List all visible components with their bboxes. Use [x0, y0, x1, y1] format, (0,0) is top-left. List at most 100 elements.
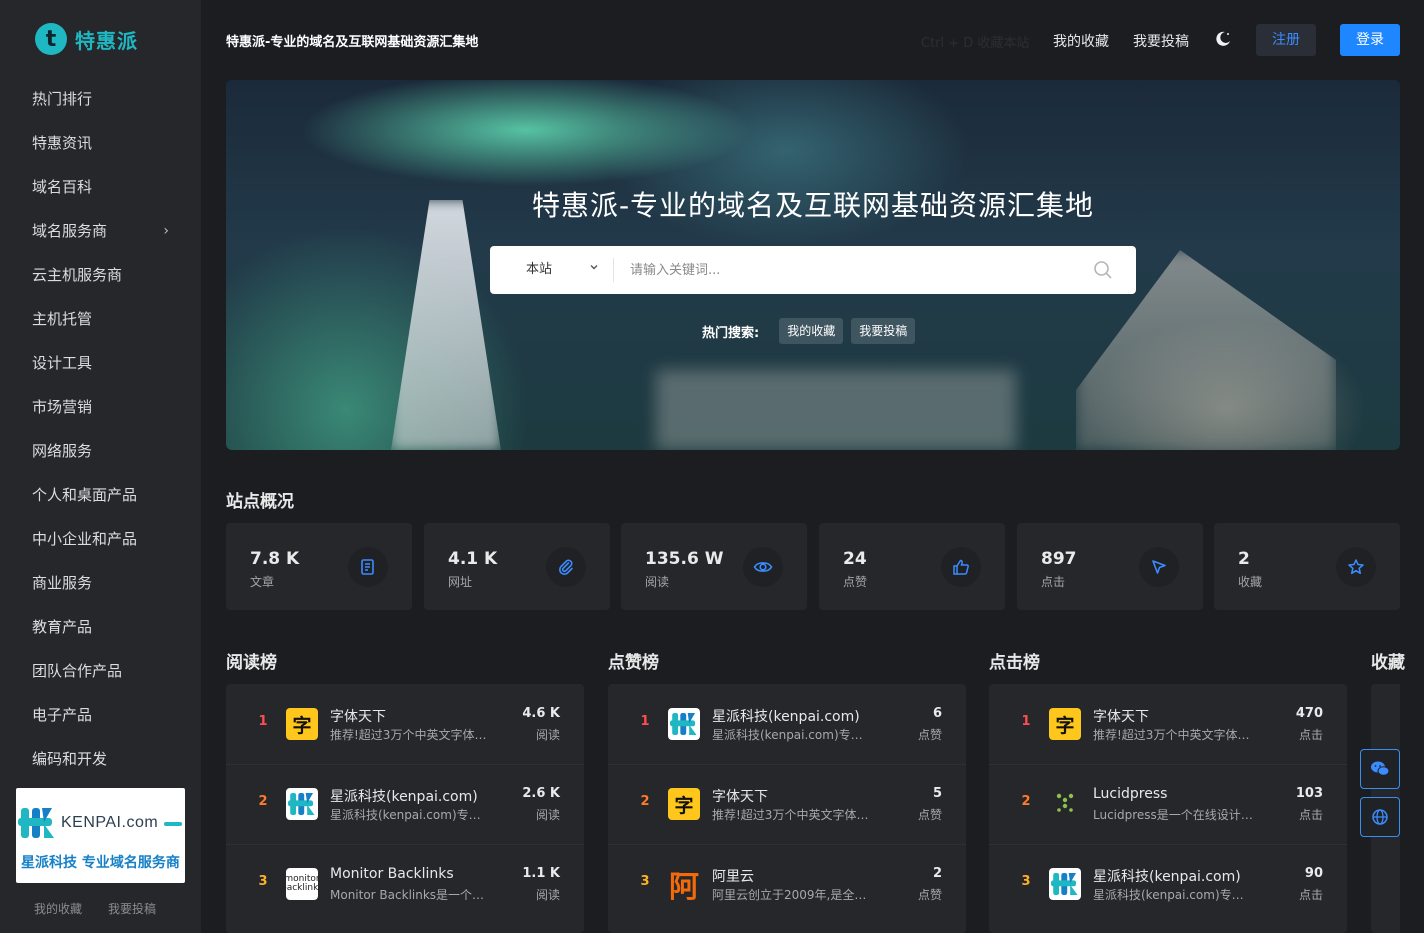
banner-lighthouse-image [391, 200, 501, 450]
dark-mode-moon-icon[interactable] [1214, 30, 1232, 48]
cursor-icon [1139, 547, 1179, 587]
stat-label: 点击 [1041, 575, 1066, 589]
clicks-rank-list: 1 字 字体天下 推荐!超过3万个中英文字体免费下载 470 点击 2 Luci… [989, 684, 1347, 933]
search-scope-select[interactable]: 本站 [526, 246, 552, 294]
rank-row[interactable]: 2 Lucidpress Lucidpress是一个在线设计工具 103 点击 [989, 764, 1347, 844]
rank-item-desc: Monitor Backlinks是一个反向链接监控工具 [330, 888, 490, 902]
rank-item-name: 星派科技(kenpai.com) [712, 709, 860, 725]
sidebar-item-teamwork[interactable]: 团队合作产品 [0, 649, 201, 693]
rank-number: 3 [640, 874, 650, 889]
site-logo[interactable]: t 特惠派 [35, 23, 138, 55]
hot-search-label: 热门搜索: [702, 325, 760, 341]
sidebar-ad-banner[interactable]: KENPAI.com 星派科技 专业域名服务商 [16, 788, 185, 883]
sidebar-footer-favorites[interactable]: 我的收藏 [34, 900, 82, 917]
rank-item-unit: 点赞 [917, 808, 942, 822]
rank-number: 3 [1021, 874, 1031, 889]
rank-row[interactable]: 1 字 字体天下 推荐!超过3万个中英文字体免费下载 470 点击 [989, 684, 1347, 764]
logo-text: 特惠派 [75, 28, 138, 53]
sidebar-item-electronics[interactable]: 电子产品 [0, 693, 201, 737]
chevron-right-icon: › [163, 223, 169, 239]
rank-number: 1 [1021, 714, 1031, 729]
rank-row[interactable]: 2 字 字体天下 推荐!超过3万个中英文字体免费下载 5 点赞 [608, 764, 966, 844]
rank-item-name: 星派科技(kenpai.com) [330, 789, 478, 805]
wechat-icon [1371, 761, 1390, 776]
rank-item-desc: Lucidpress是一个在线设计工具 [1093, 808, 1253, 822]
sidebar-menu: 热门排行 特惠资讯 域名百科 域名服务商 › 云主机服务商 主机托管 设计工具 市… [0, 77, 201, 781]
stat-value: 2 [1238, 549, 1250, 569]
sidebar-item-label: 特惠资讯 [32, 134, 93, 152]
sidebar-item-label: 电子产品 [32, 706, 93, 724]
search-bar: 本站 [490, 246, 1136, 294]
favorites-section-title: 收藏 [1371, 653, 1405, 673]
font-site-logo: 字 [1049, 708, 1081, 740]
hot-tag-favorites[interactable]: 我的收藏 [779, 318, 844, 344]
chevron-down-icon[interactable] [588, 261, 600, 273]
rank-item-value: 4.6 K [522, 706, 560, 721]
rank-item-value: 470 [1295, 706, 1323, 721]
login-button[interactable]: 登录 [1340, 24, 1400, 56]
wechat-float-button[interactable] [1360, 749, 1400, 789]
rank-row[interactable]: 2 星派科技(kenpai.com) 星派科技(kenpai.com)专业域名服… [226, 764, 584, 844]
link-icon [546, 547, 586, 587]
sidebar-item-label: 主机托管 [32, 310, 93, 328]
stat-card-favorites: 2 收藏 [1214, 523, 1400, 610]
sidebar-item-label: 个人和桌面产品 [32, 486, 138, 504]
rank-number: 1 [258, 714, 268, 729]
header-submit-link[interactable]: 我要投稿 [1133, 31, 1189, 51]
sidebar-item-domain-providers[interactable]: 域名服务商 › [0, 209, 201, 253]
rank-item-name: 星派科技(kenpai.com) [1093, 869, 1241, 885]
top-header: 特惠派-专业的域名及互联网基础资源汇集地 Ctrl + D 收藏本站 我的收藏 … [201, 0, 1424, 80]
sidebar-item-business[interactable]: 商业服务 [0, 561, 201, 605]
sidebar-item-education[interactable]: 教育产品 [0, 605, 201, 649]
sidebar-item-network[interactable]: 网络服务 [0, 429, 201, 473]
overview-title: 站点概况 [226, 492, 294, 512]
globe-float-button[interactable] [1360, 797, 1400, 837]
sidebar-item-deals-news[interactable]: 特惠资讯 [0, 121, 201, 165]
stat-card-likes: 24 点赞 [819, 523, 1005, 610]
sidebar-item-hosting[interactable]: 主机托管 [0, 297, 201, 341]
stat-label: 文章 [250, 575, 275, 589]
hot-tag-submit[interactable]: 我要投稿 [851, 318, 916, 344]
sidebar-item-label: 热门排行 [32, 90, 93, 108]
sidebar-item-design-tools[interactable]: 设计工具 [0, 341, 201, 385]
rank-row[interactable]: 3 阿 阿里云 阿里云创立于2009年,是全球领先的云计算 2 点赞 [608, 844, 966, 924]
sidebar-item-label: 云主机服务商 [32, 266, 123, 284]
stat-card-reads: 135.6 W 阅读 [621, 523, 807, 610]
sidebar-item-hot-ranking[interactable]: 热门排行 [0, 77, 201, 121]
sidebar-item-domain-wiki[interactable]: 域名百科 [0, 165, 201, 209]
header-favorites-link[interactable]: 我的收藏 [1053, 31, 1109, 51]
sidebar-item-sme[interactable]: 中小企业和产品 [0, 517, 201, 561]
reading-rank-title: 阅读榜 [226, 653, 277, 673]
stat-value: 135.6 W [645, 549, 724, 569]
kenpai-logo-icon [18, 808, 54, 838]
register-button[interactable]: 注册 [1256, 24, 1316, 56]
rank-row[interactable]: 3 星派科技(kenpai.com) 星派科技(kenpai.com)专业域名服… [989, 844, 1347, 924]
sidebar-item-marketing[interactable]: 市场营销 [0, 385, 201, 429]
rank-row[interactable]: 3 monitorbacklinks Monitor Backlinks Mon… [226, 844, 584, 924]
rank-item-unit: 阅读 [535, 808, 560, 822]
eye-icon [743, 547, 783, 587]
sidebar-item-personal[interactable]: 个人和桌面产品 [0, 473, 201, 517]
rank-item-unit: 点击 [1298, 808, 1323, 822]
sidebar-item-cloud-providers[interactable]: 云主机服务商 [0, 253, 201, 297]
stat-label: 网址 [448, 575, 473, 589]
rank-number: 2 [1021, 794, 1031, 809]
sidebar-item-coding[interactable]: 编码和开发 [0, 737, 201, 781]
bookmark-hint[interactable]: Ctrl + D 收藏本站 [921, 32, 1029, 51]
ad-brand-text: KENPAI.com [61, 814, 159, 831]
stat-card-links: 4.1 K 网址 [424, 523, 610, 610]
ad-slogan: 星派科技 专业域名服务商 [21, 855, 180, 871]
search-icon[interactable] [1093, 260, 1113, 280]
rank-number: 2 [258, 794, 268, 809]
rank-item-name: 字体天下 [1093, 709, 1149, 725]
rank-item-desc: 星派科技(kenpai.com)专业域名服务商 [1093, 888, 1253, 902]
rank-row[interactable]: 1 星派科技(kenpai.com) 星派科技(kenpai.com)专业域名服… [608, 684, 966, 764]
sidebar-footer-submit[interactable]: 我要投稿 [108, 900, 156, 917]
search-input[interactable] [630, 254, 1080, 286]
rank-number: 1 [640, 714, 650, 729]
sidebar-footer: 我的收藏 我要投稿 [34, 900, 156, 917]
likes-rank-title: 点赞榜 [608, 653, 659, 673]
stat-card-articles: 7.8 K 文章 [226, 523, 412, 610]
rank-item-value: 2.6 K [522, 786, 560, 801]
rank-row[interactable]: 1 字 字体天下 推荐!超过3万个中英文字体免费下载 4.6 K 阅读 [226, 684, 584, 764]
